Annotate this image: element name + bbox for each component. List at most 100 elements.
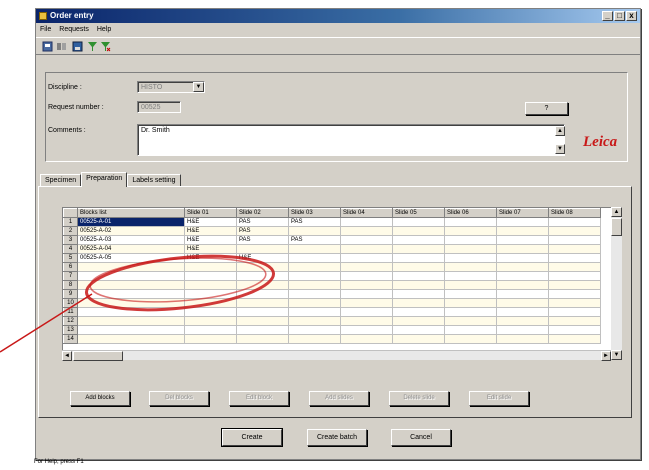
slide-cell[interactable] (184, 298, 237, 308)
slide-cell[interactable] (496, 235, 549, 245)
slide-cell[interactable] (392, 298, 445, 308)
slide-cell[interactable] (548, 316, 601, 326)
slide-cell[interactable] (392, 244, 445, 254)
slide-cell[interactable] (236, 307, 289, 317)
slide-cell[interactable] (340, 226, 393, 236)
table-row[interactable]: 12 (63, 316, 601, 326)
slide-cell[interactable] (548, 289, 601, 299)
slide-cell[interactable] (236, 325, 289, 335)
edit-block-button[interactable]: Edit block (229, 391, 289, 406)
slide-cell[interactable] (548, 253, 601, 263)
slide-cell[interactable] (392, 253, 445, 263)
maximize-button[interactable]: □ (614, 11, 625, 21)
table-row[interactable]: 8 (63, 280, 601, 290)
col-header[interactable]: Slide 02 (236, 208, 289, 218)
col-header[interactable]: Slide 07 (496, 208, 549, 218)
menu-file[interactable]: File (40, 24, 51, 36)
menu-help[interactable]: Help (97, 24, 111, 36)
slide-cell[interactable] (236, 334, 289, 344)
slide-cell[interactable] (444, 325, 497, 335)
menu-requests[interactable]: Requests (59, 24, 89, 36)
delete-slide-button[interactable]: Delete slide (389, 391, 449, 406)
block-cell[interactable] (77, 307, 185, 317)
slide-cell[interactable] (340, 253, 393, 263)
row-number[interactable]: 7 (63, 271, 78, 281)
slide-cell[interactable] (184, 334, 237, 344)
slide-cell[interactable] (392, 262, 445, 272)
table-row[interactable]: 9 (63, 289, 601, 299)
row-number[interactable]: 13 (63, 325, 78, 335)
slide-cell[interactable]: H&E (184, 235, 237, 245)
block-cell[interactable]: 00525-A-05 (77, 253, 185, 263)
slide-cell[interactable] (288, 244, 341, 254)
slide-cell[interactable] (340, 235, 393, 245)
scroll-up-icon[interactable]: ▲ (555, 126, 565, 136)
slide-cell[interactable] (548, 334, 601, 344)
col-header[interactable]: Slide 06 (444, 208, 497, 218)
col-header[interactable]: Slide 08 (548, 208, 601, 218)
horizontal-scroll-thumb[interactable] (73, 351, 123, 361)
slide-cell[interactable] (444, 226, 497, 236)
chevron-down-icon[interactable]: ▼ (193, 82, 204, 92)
slide-cell[interactable] (392, 325, 445, 335)
slide-cell[interactable] (548, 262, 601, 272)
slide-cell[interactable] (548, 226, 601, 236)
discipline-combo[interactable]: HISTO ▼ (137, 81, 205, 93)
block-cell[interactable] (77, 298, 185, 308)
slide-cell[interactable]: H&E (184, 253, 237, 263)
slide-cell[interactable] (496, 307, 549, 317)
table-row[interactable]: 6 (63, 262, 601, 272)
scroll-right-icon[interactable]: ► (601, 351, 611, 361)
comments-textarea[interactable]: Dr. Smith (137, 124, 565, 156)
row-number[interactable]: 3 (63, 235, 78, 245)
slide-cell[interactable]: PAS (288, 235, 341, 245)
add-blocks-button[interactable]: Add blocks (70, 391, 130, 406)
slide-cell[interactable] (444, 307, 497, 317)
slide-cell[interactable] (444, 253, 497, 263)
table-row[interactable]: 3 00525-A-03 H&E PAS PAS (63, 235, 601, 245)
table-row[interactable]: 1 00525-A-01 H&E PAS PAS (63, 217, 601, 227)
slide-cell[interactable] (288, 226, 341, 236)
row-number[interactable]: 12 (63, 316, 78, 326)
slide-cell[interactable]: H&E (184, 226, 237, 236)
slide-cell[interactable] (236, 280, 289, 290)
slide-cell[interactable] (548, 235, 601, 245)
block-cell[interactable]: 00525-A-03 (77, 235, 185, 245)
slide-cell[interactable] (184, 316, 237, 326)
col-header[interactable]: Blocks list (77, 208, 185, 218)
slide-cell[interactable] (184, 325, 237, 335)
slide-cell[interactable] (236, 244, 289, 254)
slide-cell[interactable] (444, 262, 497, 272)
new-order-icon[interactable] (42, 41, 53, 52)
scroll-up-icon[interactable]: ▲ (611, 207, 622, 217)
filter-icon[interactable] (56, 41, 67, 52)
block-cell[interactable]: 00525-A-01 (77, 217, 185, 227)
block-cell[interactable] (77, 262, 185, 272)
cancel-button[interactable]: Cancel (391, 429, 451, 446)
minimize-button[interactable]: _ (602, 11, 613, 21)
scroll-left-icon[interactable]: ◄ (62, 351, 72, 361)
row-number[interactable]: 10 (63, 298, 78, 308)
row-number[interactable]: 2 (63, 226, 78, 236)
slide-cell[interactable] (236, 289, 289, 299)
scroll-down-icon[interactable]: ▼ (555, 144, 565, 154)
table-row[interactable]: 5 00525-A-05 H&E H&E (63, 253, 601, 263)
table-row[interactable]: 14 (63, 334, 601, 344)
slide-cell[interactable] (340, 280, 393, 290)
slide-cell[interactable] (392, 289, 445, 299)
slide-cell[interactable] (496, 316, 549, 326)
slide-cell[interactable] (548, 217, 601, 227)
slide-cell[interactable] (340, 271, 393, 281)
slide-cell[interactable] (184, 307, 237, 317)
vertical-scrollbar[interactable]: ▲ ▼ (611, 207, 622, 360)
slide-cell[interactable] (288, 262, 341, 272)
slide-cell[interactable] (340, 289, 393, 299)
slide-cell[interactable] (496, 262, 549, 272)
row-number[interactable]: 8 (63, 280, 78, 290)
slide-cell[interactable] (288, 289, 341, 299)
slide-cell[interactable] (444, 244, 497, 254)
create-batch-button[interactable]: Create batch (307, 429, 367, 446)
col-header[interactable]: Slide 05 (392, 208, 445, 218)
row-number[interactable]: 1 (63, 217, 78, 227)
slide-cell[interactable] (548, 271, 601, 281)
